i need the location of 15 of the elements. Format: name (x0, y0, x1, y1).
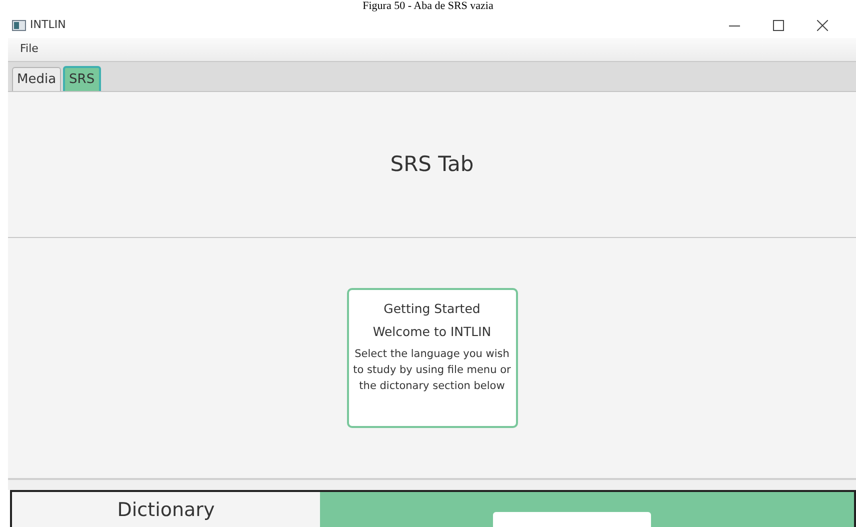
close-icon (816, 20, 828, 30)
tab[interactable]: SRS (63, 66, 101, 91)
window-title: INTLIN (30, 16, 66, 33)
input-field[interactable] (493, 512, 651, 527)
tab[interactable]: Media (12, 66, 62, 91)
card-text: Select the language you wish to study by using file menu or the dictonary section below (352, 346, 512, 394)
figure-caption: Figura 50 - Aba de SRS vazia (362, 0, 494, 12)
splitter-bar[interactable] (8, 480, 856, 490)
maximize-icon (772, 20, 784, 30)
menu-item[interactable]: File (14, 39, 44, 60)
app-icon (12, 20, 26, 30)
card-title: Getting Started (382, 300, 482, 318)
tab-heading: SRS Tab (390, 150, 474, 178)
dictionary-label: Dictionary (117, 498, 215, 523)
card-subtitle: Welcome to INTLIN (372, 322, 492, 341)
